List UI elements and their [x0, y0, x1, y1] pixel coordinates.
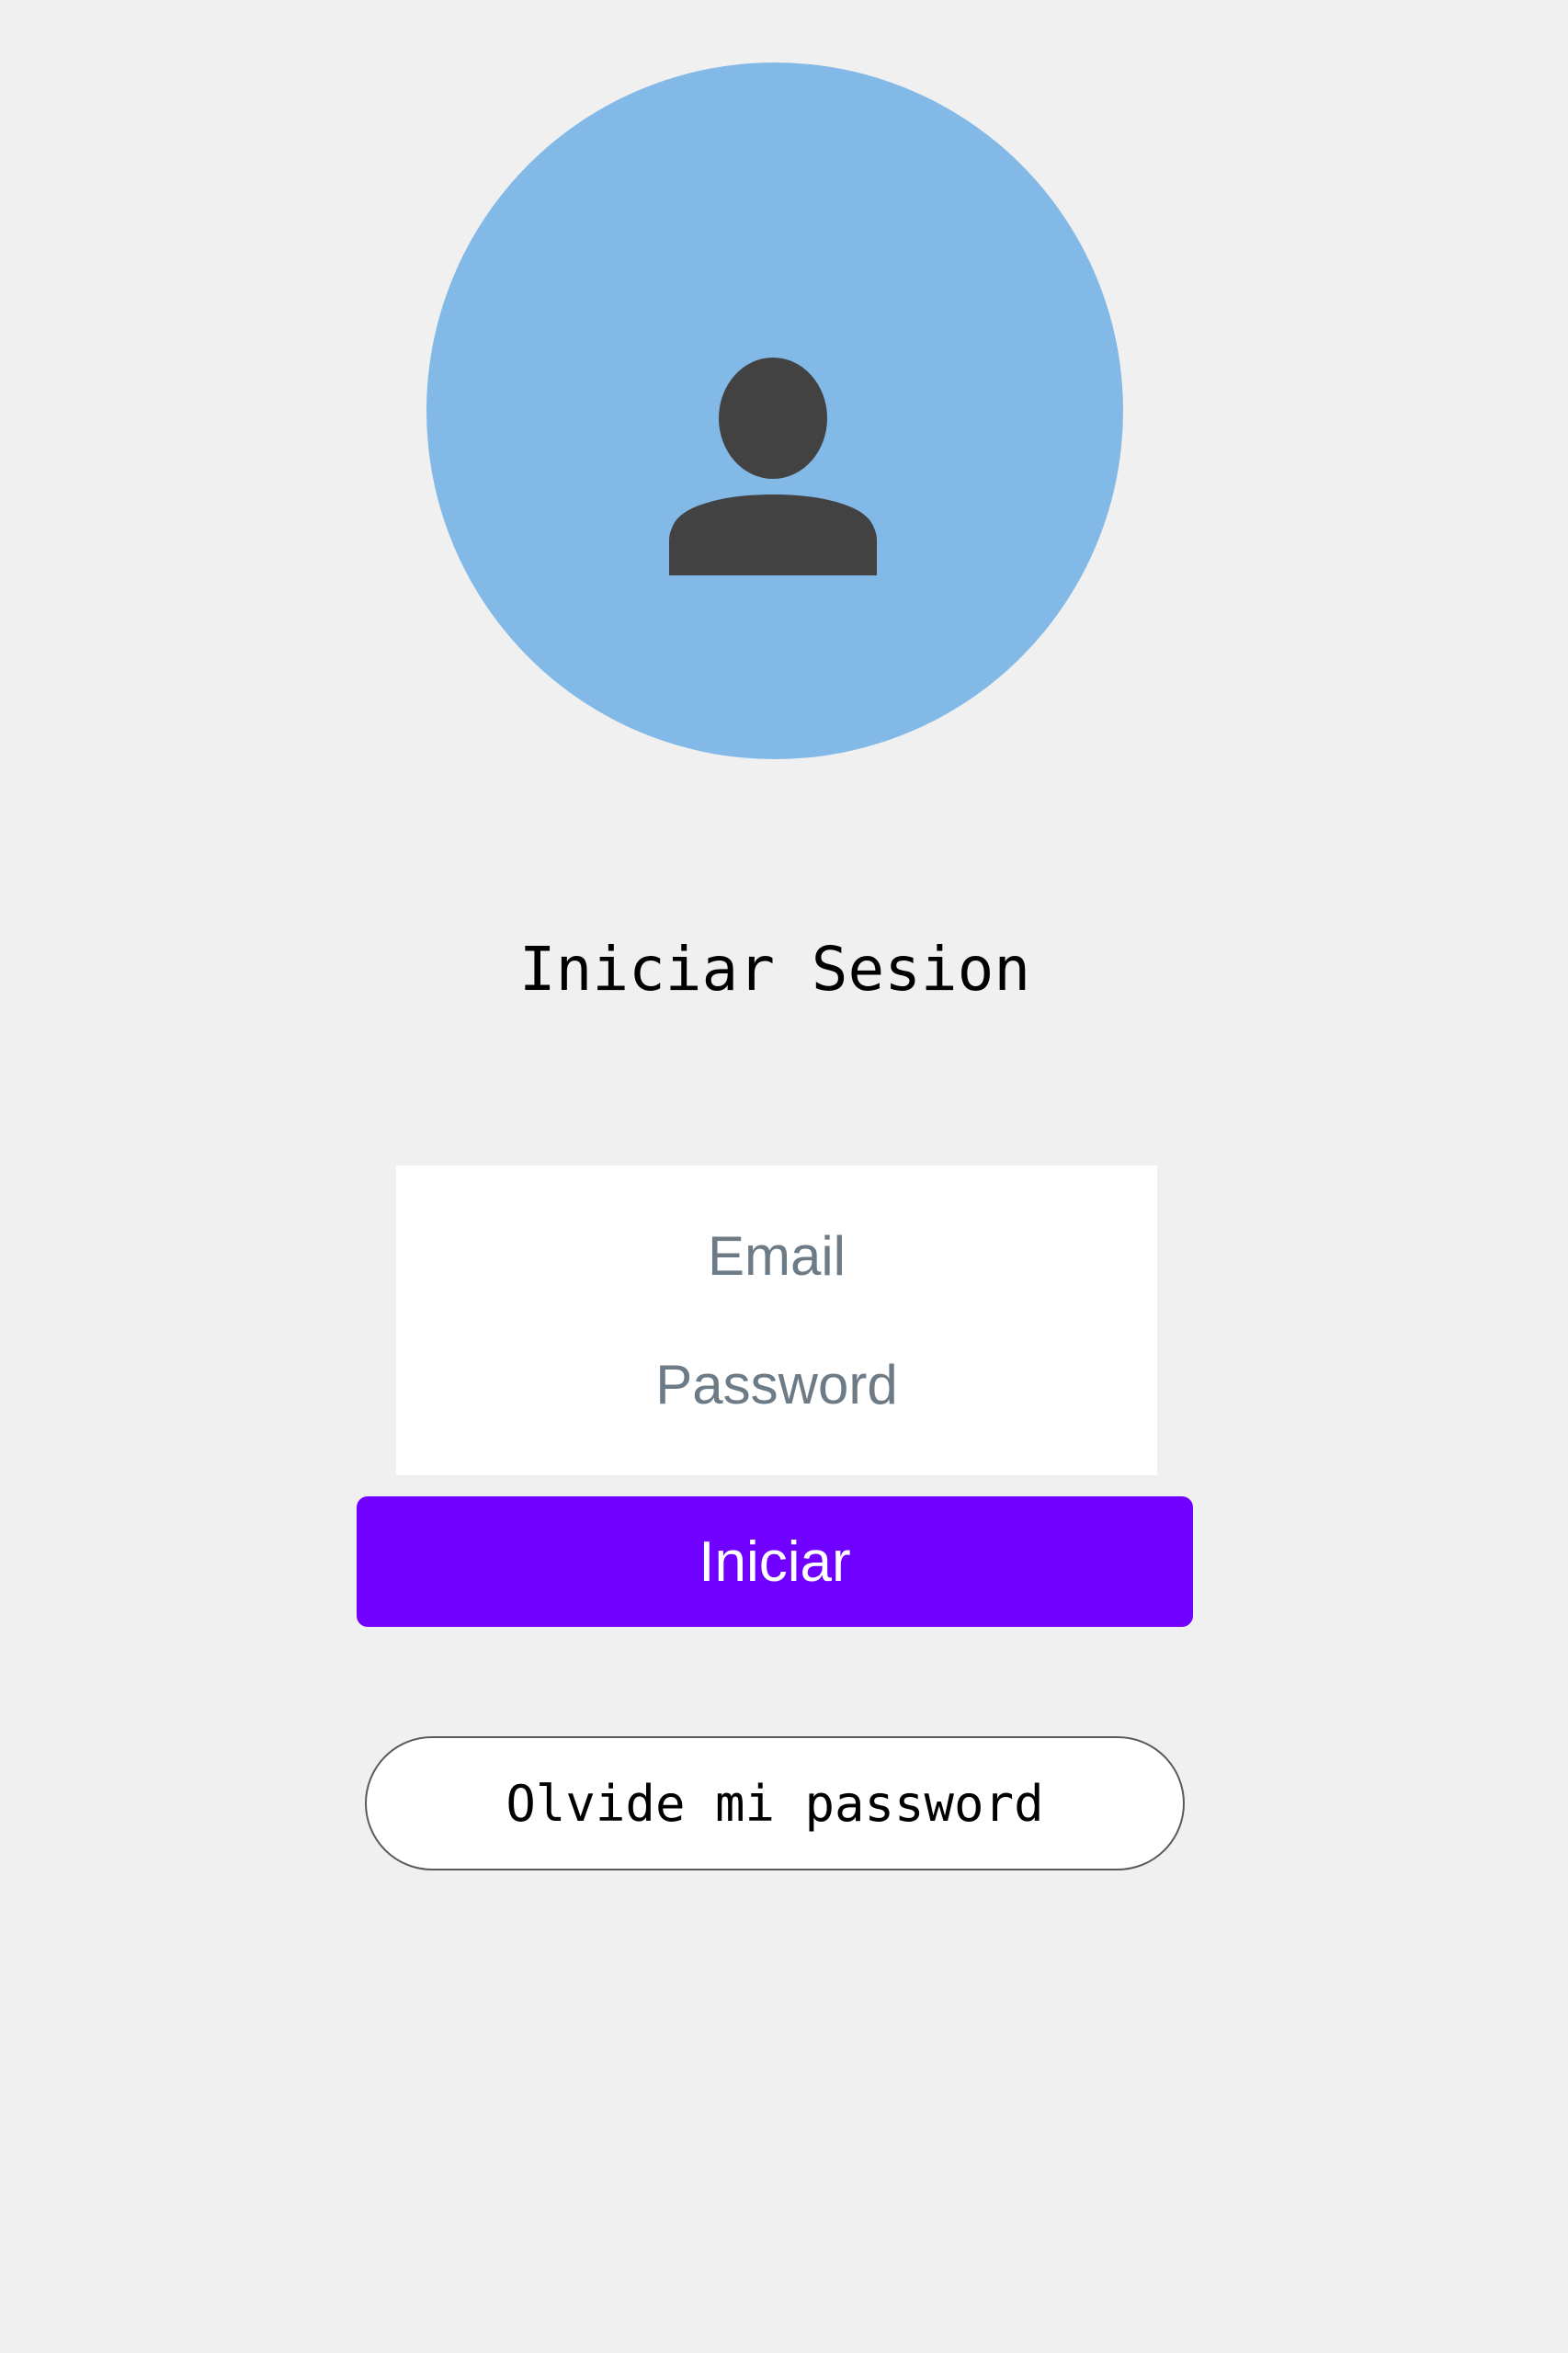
- login-button[interactable]: Iniciar: [357, 1496, 1193, 1627]
- email-input[interactable]: [396, 1191, 1157, 1320]
- forgot-password-button[interactable]: Olvide mi password: [365, 1736, 1185, 1870]
- page-title: Iniciar Sesion: [518, 934, 1031, 1005]
- password-input[interactable]: [396, 1320, 1157, 1449]
- avatar: [426, 63, 1123, 759]
- user-icon: [669, 358, 877, 575]
- login-form: [396, 1165, 1157, 1475]
